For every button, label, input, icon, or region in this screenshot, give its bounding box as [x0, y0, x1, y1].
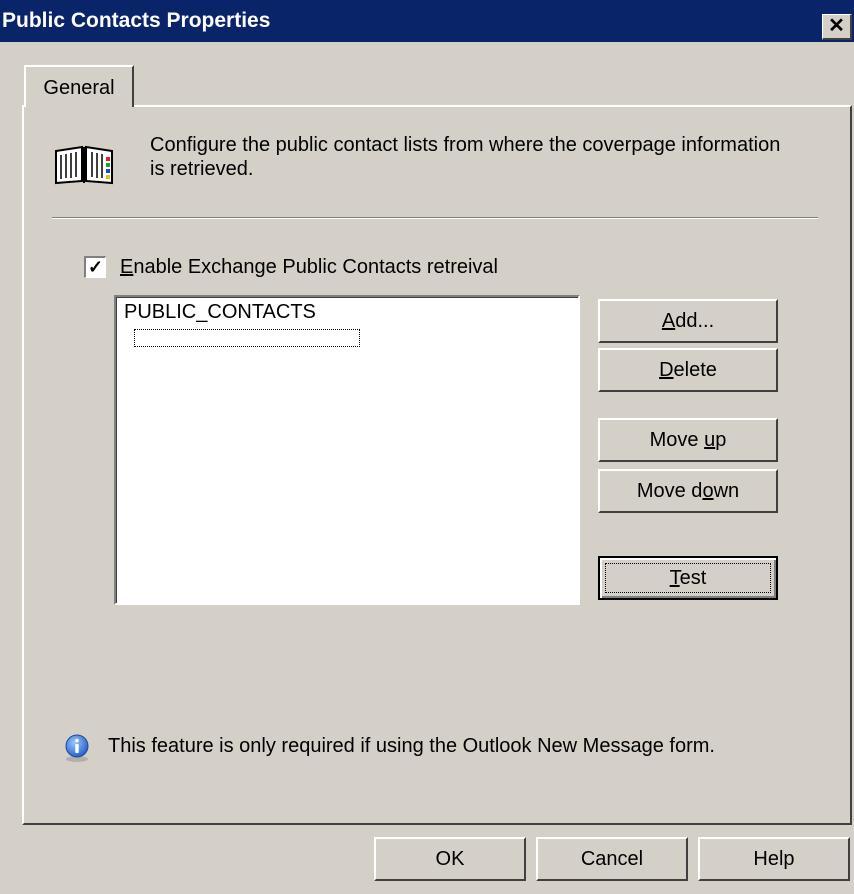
- add-button[interactable]: Add...: [598, 299, 778, 343]
- cancel-button[interactable]: Cancel: [536, 837, 688, 881]
- checkmark-icon: ✓: [87, 257, 104, 277]
- list-item[interactable]: PUBLIC_CONTACTS: [124, 301, 316, 324]
- public-contacts-list[interactable]: PUBLIC_CONTACTS: [114, 295, 580, 605]
- book-icon: [55, 145, 113, 185]
- focus-rect: [605, 563, 771, 593]
- close-icon: ✕: [828, 15, 845, 37]
- test-button[interactable]: Test: [598, 556, 778, 600]
- enable-public-contacts-checkbox[interactable]: ✓: [84, 256, 106, 278]
- ok-button[interactable]: OK: [374, 837, 526, 881]
- separator: [52, 217, 818, 219]
- window-title: Public Contacts Properties: [2, 9, 271, 32]
- delete-button[interactable]: Delete: [598, 348, 778, 392]
- description-text: Configure the public contact lists from …: [150, 134, 781, 180]
- help-button[interactable]: Help: [698, 837, 850, 881]
- move-up-button[interactable]: Move up: [598, 418, 778, 462]
- tab-general[interactable]: General: [24, 65, 134, 107]
- close-button[interactable]: ✕: [822, 14, 852, 40]
- list-focus-rect: [134, 329, 360, 347]
- move-down-button[interactable]: Move down: [598, 469, 778, 513]
- info-icon: [65, 734, 89, 762]
- note-text: This feature is only required if using t…: [108, 735, 715, 757]
- enable-public-contacts-label[interactable]: Enable Exchange Public Contacts retreiva…: [120, 256, 498, 279]
- title-bar: Public Contacts Properties ✕: [0, 0, 854, 42]
